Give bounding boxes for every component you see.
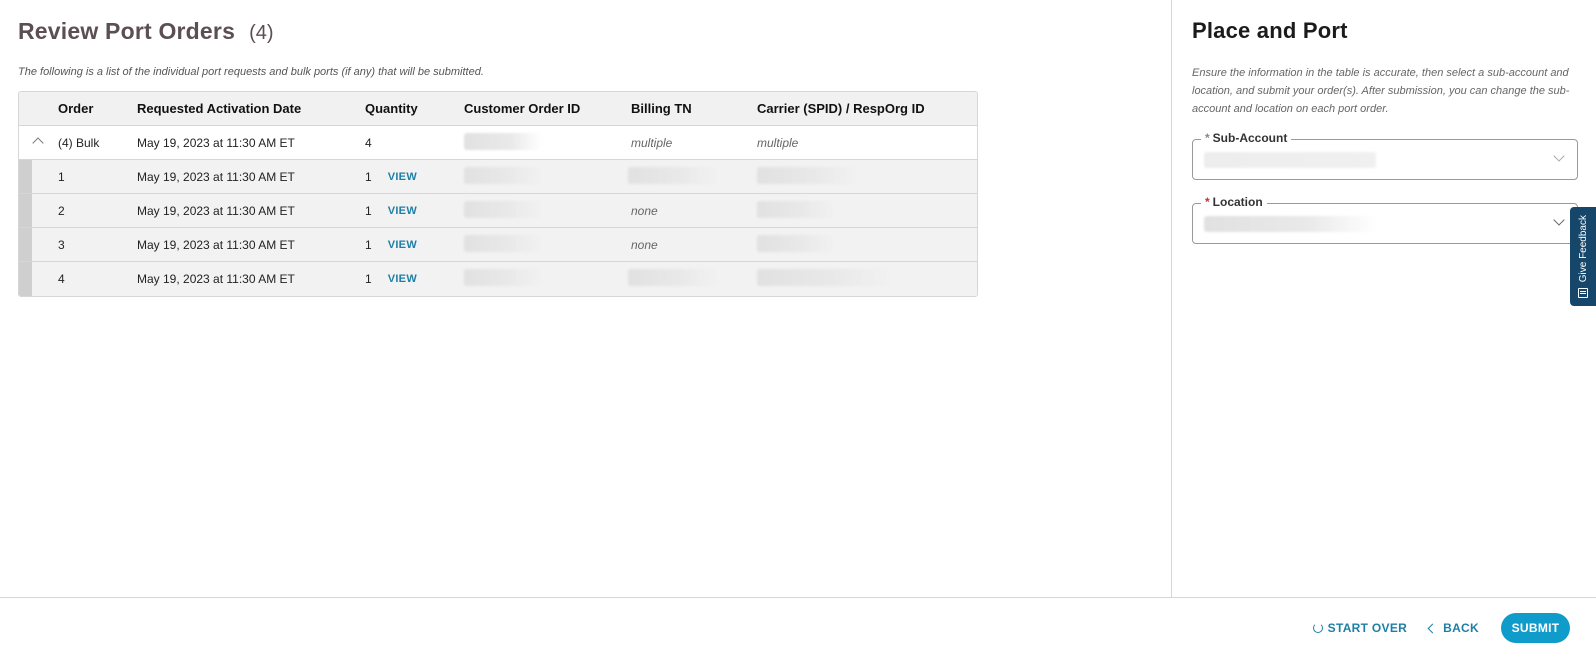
customer-order-id-redacted — [464, 269, 542, 286]
chevron-down-icon[interactable] — [1553, 150, 1565, 162]
location-value-redacted — [1204, 216, 1376, 232]
table-row: 4 May 19, 2023 at 11:30 AM ET 1 VIEW — [19, 262, 977, 296]
cell-date: May 19, 2023 at 11:30 AM ET — [137, 169, 295, 184]
start-over-label: START OVER — [1327, 621, 1408, 635]
give-feedback-tab[interactable]: Give Feedback — [1570, 207, 1596, 306]
customer-order-id-redacted — [464, 234, 542, 252]
cell-quantity: 1 — [365, 203, 372, 218]
page-subtitle: The following is a list of the individua… — [18, 66, 484, 78]
table-row: 2 May 19, 2023 at 11:30 AM ET 1 VIEW non… — [19, 194, 977, 228]
view-link[interactable]: VIEW — [388, 171, 417, 183]
cell-quantity: 1 — [365, 272, 372, 286]
header-customer-order-id: Customer Order ID — [464, 101, 581, 116]
header-billing-tn: Billing TN — [631, 101, 692, 116]
header-order: Order — [58, 101, 94, 116]
cell-date: May 19, 2023 at 11:30 AM ET — [137, 272, 295, 286]
customer-order-id-redacted — [464, 166, 542, 184]
table-header: Order Requested Activation Date Quantity… — [19, 92, 977, 126]
cell-billing-tn: none — [631, 237, 658, 252]
sub-account-value-redacted — [1204, 152, 1376, 168]
cell-date: May 19, 2023 at 11:30 AM ET — [137, 237, 295, 252]
cell-date: May 19, 2023 at 11:30 AM ET — [137, 135, 295, 150]
cell-quantity: 4 — [365, 135, 372, 150]
header-carrier: Carrier (SPID) / RespOrg ID — [757, 101, 925, 116]
carrier-redacted — [757, 200, 835, 218]
chevron-left-icon — [1427, 623, 1438, 633]
port-orders-table: Order Requested Activation Date Quantity… — [18, 91, 978, 297]
billing-tn-redacted — [628, 166, 718, 184]
cell-date: May 19, 2023 at 11:30 AM ET — [137, 203, 295, 218]
main-content: Review Port Orders (4) The following is … — [0, 0, 1171, 597]
customer-order-id-redacted — [464, 200, 542, 218]
give-feedback-label: Give Feedback — [1577, 214, 1589, 282]
collapse-toggle[interactable] — [19, 135, 58, 150]
cell-billing-tn: none — [631, 203, 658, 218]
cell-order: 4 — [58, 272, 65, 286]
cell-billing-tn: multiple — [631, 135, 673, 150]
cell-quantity: 1 — [365, 169, 372, 184]
chevron-down-icon[interactable] — [1553, 214, 1565, 226]
chevron-up-icon[interactable] — [32, 137, 44, 149]
location-select[interactable]: * Location — [1192, 195, 1578, 244]
submit-button[interactable]: SUBMIT — [1501, 613, 1570, 643]
page-title: Review Port Orders — [18, 18, 236, 44]
header-activation-date: Requested Activation Date — [137, 101, 302, 116]
header-quantity: Quantity — [365, 101, 418, 116]
carrier-redacted — [757, 166, 857, 184]
billing-tn-redacted — [628, 269, 718, 286]
side-panel-description: Ensure the information in the table is a… — [1192, 67, 1570, 115]
carrier-redacted — [757, 234, 835, 252]
footer-actions: START OVER BACK SUBMIT — [1312, 613, 1570, 643]
page: Review Port Orders (4) The following is … — [0, 0, 1596, 652]
feedback-icon — [1578, 288, 1588, 298]
title-row: Review Port Orders (4) — [18, 18, 1153, 44]
location-label: * Location — [1201, 195, 1267, 209]
sub-account-label: * Sub-Account — [1201, 131, 1292, 145]
back-label: BACK — [1443, 621, 1479, 635]
view-link[interactable]: VIEW — [388, 205, 417, 217]
cell-order: 2 — [58, 203, 65, 218]
order-count: (4) — [249, 22, 274, 44]
cell-order: (4) Bulk — [58, 135, 100, 150]
table-row: 1 May 19, 2023 at 11:30 AM ET 1 VIEW — [19, 160, 977, 194]
cell-order: 3 — [58, 237, 65, 252]
table-row-bulk: (4) Bulk May 19, 2023 at 11:30 AM ET 4 m… — [19, 126, 977, 160]
view-link[interactable]: VIEW — [388, 273, 417, 285]
side-panel: Place and Port Ensure the information in… — [1171, 0, 1596, 597]
footer-bar: START OVER BACK SUBMIT — [0, 597, 1596, 652]
start-over-button[interactable]: START OVER — [1312, 621, 1408, 635]
carrier-redacted — [757, 269, 892, 286]
customer-order-id-redacted — [464, 132, 542, 150]
sub-account-select[interactable]: * Sub-Account — [1192, 131, 1578, 180]
view-link[interactable]: VIEW — [388, 239, 417, 251]
refresh-icon — [1312, 623, 1323, 633]
cell-quantity: 1 — [365, 237, 372, 252]
cell-order: 1 — [58, 169, 65, 184]
back-button[interactable]: BACK — [1427, 621, 1479, 635]
side-panel-title: Place and Port — [1192, 18, 1348, 43]
cell-carrier: multiple — [757, 135, 799, 150]
table-row: 3 May 19, 2023 at 11:30 AM ET 1 VIEW non… — [19, 228, 977, 262]
